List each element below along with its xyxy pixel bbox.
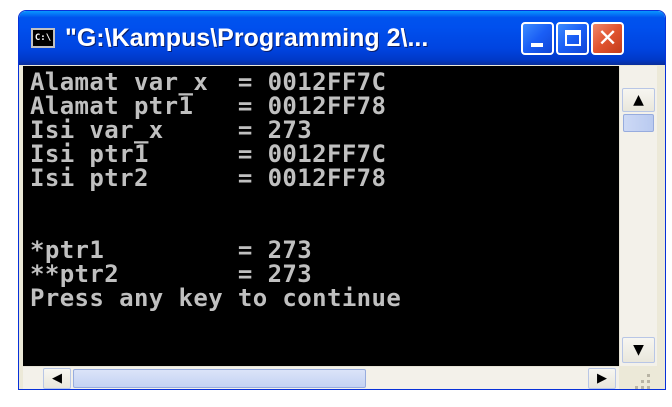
grip-dot	[641, 386, 644, 389]
horizontal-scrollbar[interactable]: ◀ ▶	[23, 366, 619, 389]
horizontal-scroll-thumb[interactable]	[73, 369, 366, 388]
title-bar[interactable]: C:\ "G:\Kampus\Programming 2\... ✕	[19, 11, 665, 65]
console-app-icon[interactable]: C:\	[31, 28, 55, 48]
grip-dot	[647, 386, 650, 389]
window-title: "G:\Kampus\Programming 2\...	[65, 24, 429, 52]
close-button[interactable]: ✕	[591, 22, 624, 55]
grip-dot	[641, 380, 644, 383]
console-window: C:\ "G:\Kampus\Programming 2\... ✕ Alama…	[18, 10, 666, 390]
console-line: Isi ptr2 = 0012FF78	[30, 164, 387, 192]
scroll-left-button[interactable]: ◀	[43, 368, 71, 389]
arrow-right-icon: ▶	[597, 371, 607, 386]
scroll-down-button[interactable]: ▼	[622, 337, 655, 363]
resize-grip-icon[interactable]	[619, 366, 657, 389]
arrow-down-icon: ▼	[633, 342, 644, 358]
grip-dot	[635, 386, 638, 389]
maximize-button[interactable]	[556, 22, 589, 55]
grip-dot	[647, 380, 650, 383]
arrow-left-icon: ◀	[52, 371, 62, 386]
scroll-right-button[interactable]: ▶	[588, 368, 616, 389]
arrow-up-icon: ▲	[633, 92, 644, 108]
scroll-up-button[interactable]: ▲	[622, 88, 655, 112]
grip-dot	[647, 374, 650, 377]
console-line: Press any key to continue	[30, 284, 402, 312]
maximize-icon	[565, 30, 581, 46]
console-output[interactable]: Alamat var_x = 0012FF7C Alamat ptr1 = 00…	[23, 66, 619, 366]
minimize-button[interactable]	[521, 22, 554, 55]
vertical-scrollbar[interactable]: ▲ ▼	[619, 66, 657, 366]
minimize-icon	[531, 43, 543, 47]
close-icon: ✕	[597, 24, 618, 52]
vertical-scroll-thumb[interactable]	[623, 114, 654, 132]
